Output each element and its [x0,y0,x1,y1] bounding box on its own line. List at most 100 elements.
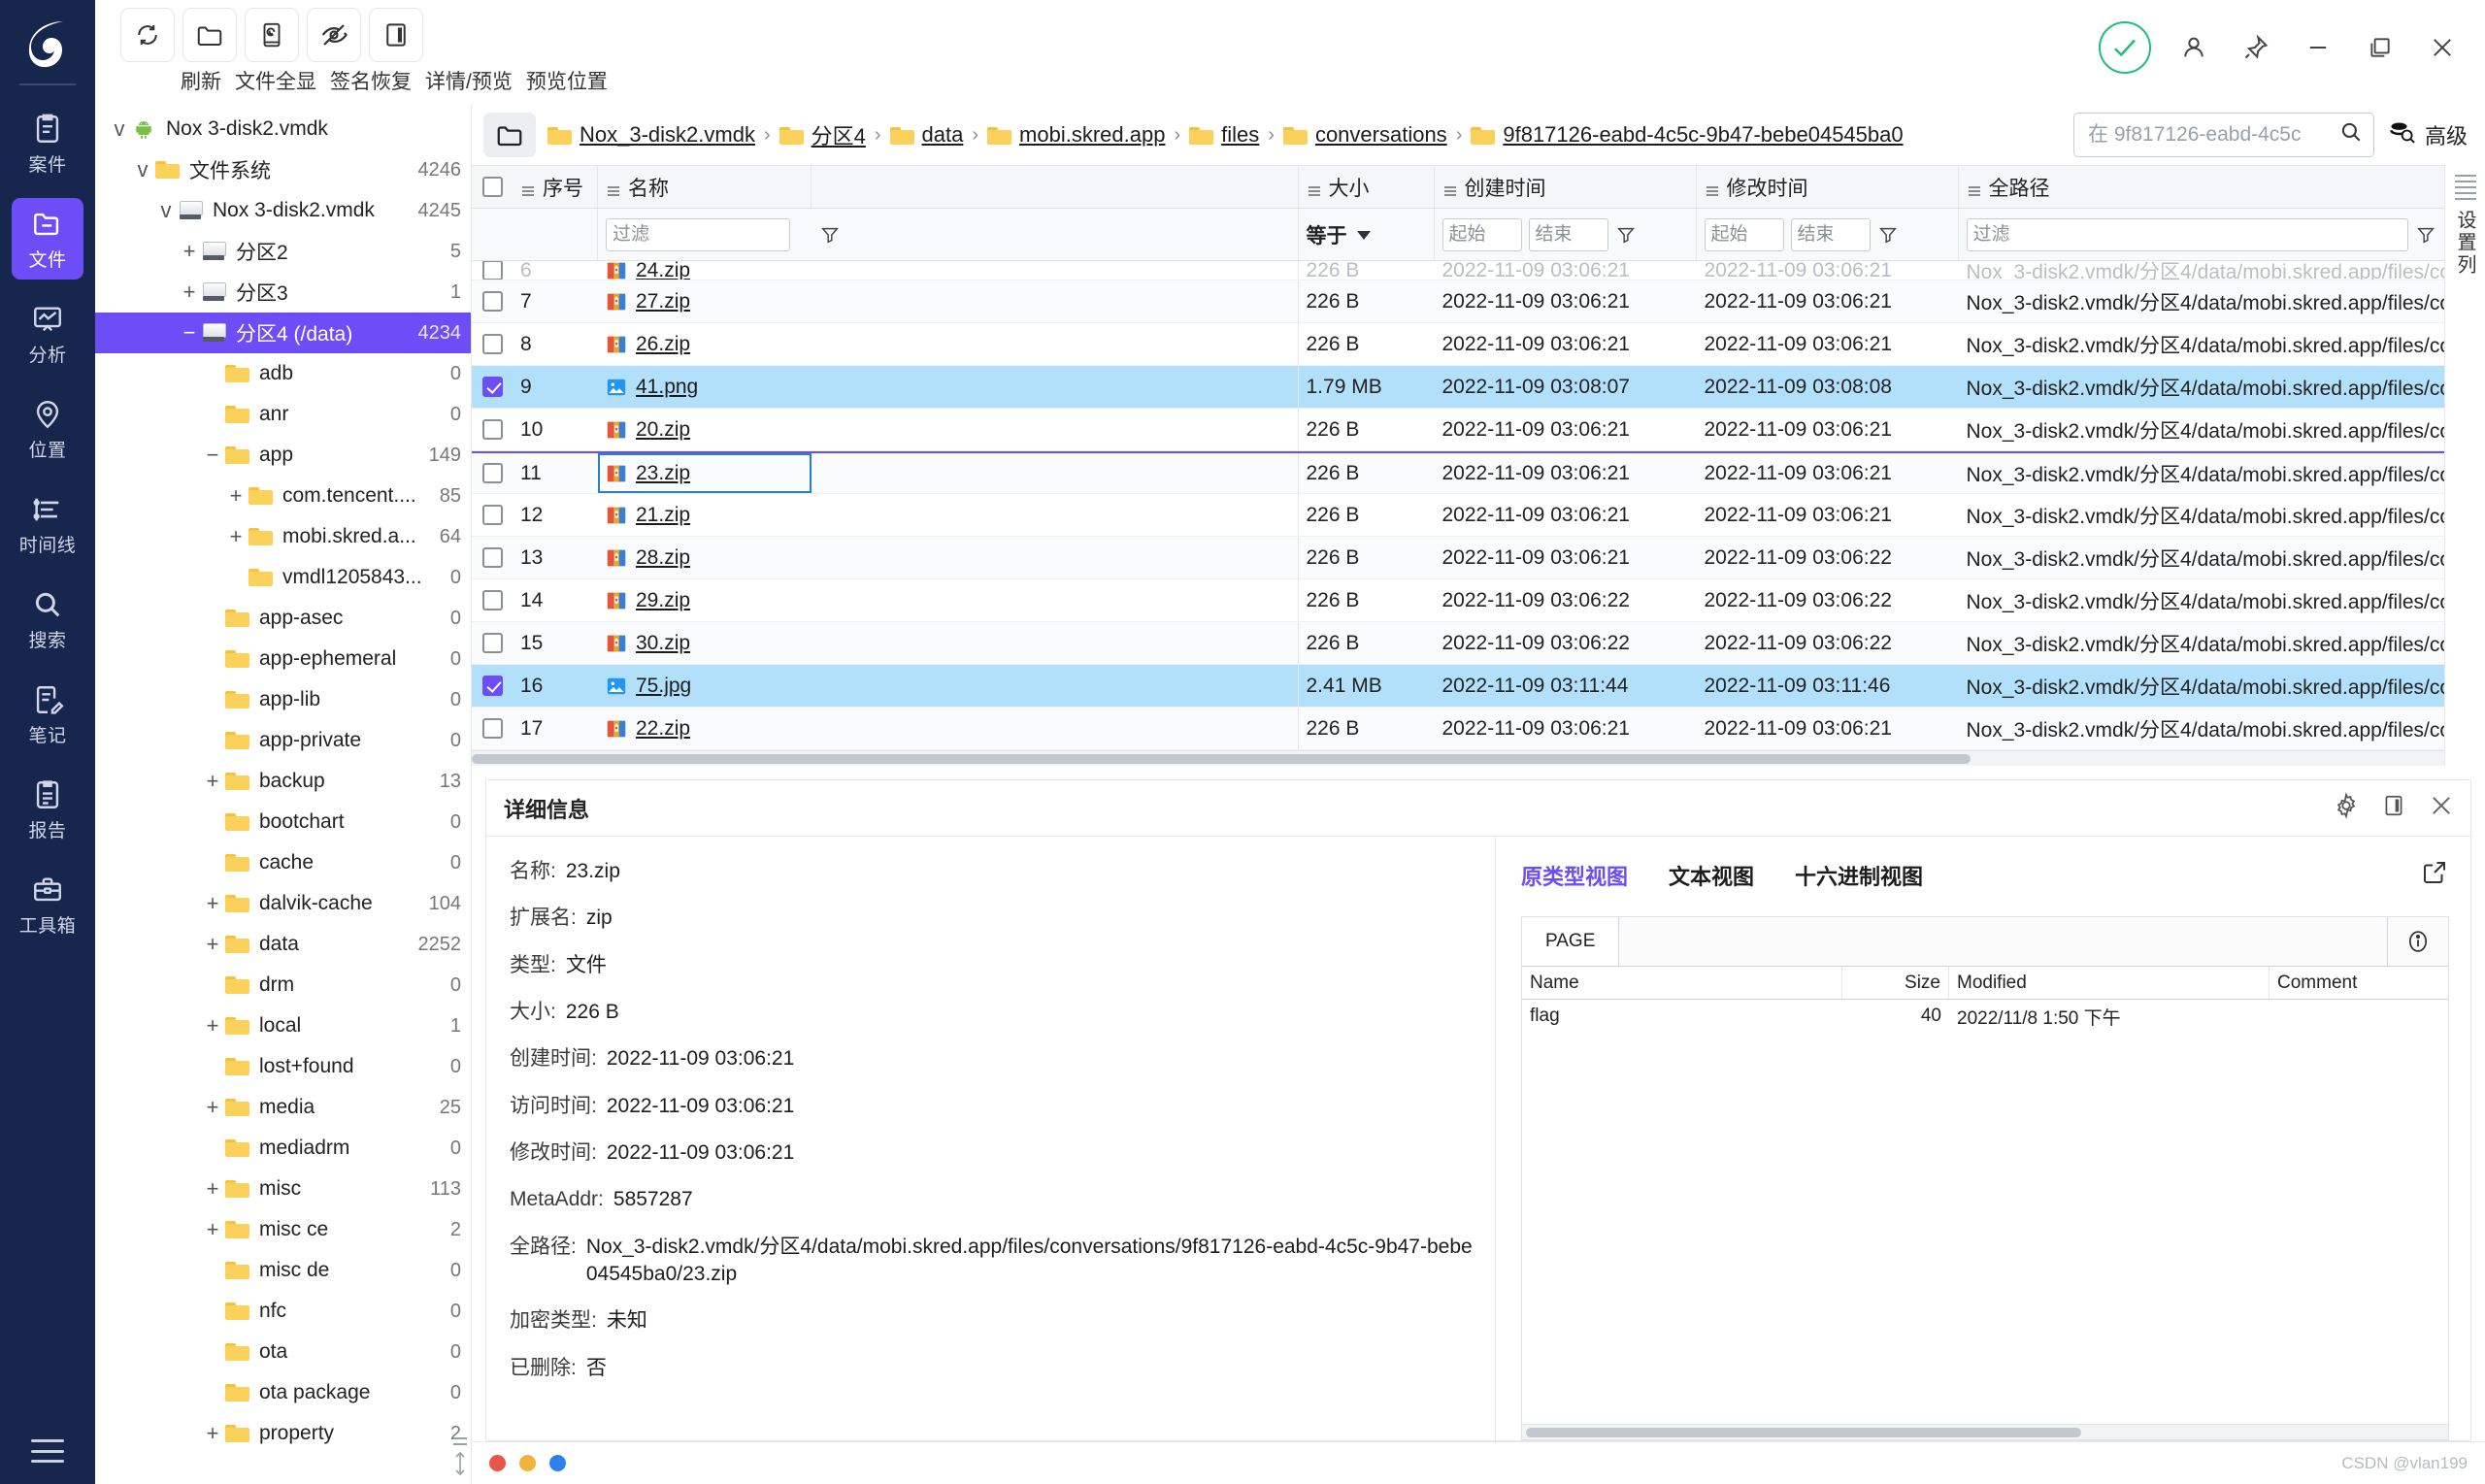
column-header-name[interactable]: 名称 [598,166,812,208]
filter-created-end[interactable] [1528,217,1608,251]
viewer-tab-page[interactable]: PAGE [1522,917,1620,966]
tree-node-32[interactable]: + property 2 [95,1413,471,1454]
breadcrumb-item-0[interactable]: Nox_3-disk2.vmdk [547,122,755,148]
tree-toggle-icon[interactable]: + [200,891,225,916]
status-dot-red[interactable] [489,1455,506,1471]
tree-node-7[interactable]: anr 0 [95,394,471,435]
tree-toggle-icon[interactable]: + [177,280,202,305]
tree-node-5[interactable]: − 分区4 (/data) 4234 [95,313,471,353]
filter-modified-start[interactable] [1704,217,1784,251]
close-button[interactable] [2423,28,2462,67]
hamburger-icon[interactable] [31,1439,64,1463]
select-all-checkbox[interactable] [472,166,513,208]
table-row[interactable]: 9 41.png 1.79 MB 2022-11-09 03:08:07 202… [472,366,2444,409]
tree-node-1[interactable]: v 文件系统 4246 [95,149,471,190]
preview-position-button[interactable] [365,8,427,62]
info-icon[interactable] [2388,917,2448,966]
tree-node-29[interactable]: nfc 0 [95,1291,471,1332]
row-checkbox[interactable] [472,665,513,707]
tree-node-6[interactable]: adb 0 [95,353,471,394]
tree-node-27[interactable]: + misc ce 2 [95,1209,471,1250]
tree-node-31[interactable]: ota package 0 [95,1372,471,1413]
sidebar-item-location[interactable]: 位置 [12,388,83,470]
sidebar-item-case[interactable]: 案件 [12,103,83,184]
minimize-button[interactable] [2299,28,2337,67]
filter-funnel-icon[interactable] [1877,224,1899,246]
breadcrumb-item-1[interactable]: 分区4 [779,119,866,150]
show-all-files-button[interactable] [179,8,241,62]
row-name-cell[interactable]: 29.zip [598,579,812,621]
tree-node-26[interactable]: + misc 113 [95,1169,471,1209]
table-horizontal-scrollbar[interactable] [472,750,2444,766]
tree-node-17[interactable]: bootchart 0 [95,802,471,842]
row-name-link[interactable]: 29.zip [636,589,690,612]
row-name-link[interactable]: 24.zip [636,261,690,280]
tree-toggle-icon[interactable]: + [200,769,225,794]
row-checkbox[interactable] [472,494,513,536]
table-row[interactable]: 12 21.zip 226 B 2022-11-09 03:06:21 2022… [472,494,2444,537]
breadcrumb-item-4[interactable]: files [1189,122,1259,148]
tree-node-18[interactable]: cache 0 [95,842,471,883]
table-row[interactable]: 7 27.zip 226 B 2022-11-09 03:06:21 2022-… [472,280,2444,323]
tree-node-12[interactable]: app-asec 0 [95,598,471,639]
status-dot-yellow[interactable] [519,1455,536,1471]
filter-name-input[interactable] [606,217,790,251]
tree-node-15[interactable]: app-private 0 [95,720,471,761]
row-name-link[interactable]: 27.zip [636,290,690,313]
row-name-link[interactable]: 75.jpg [636,675,691,698]
sidebar-item-analysis[interactable]: 分析 [12,293,83,375]
tree-node-9[interactable]: + com.tencent.... 85 [95,476,471,516]
signature-restore-button[interactable] [241,8,303,62]
row-name-link[interactable]: 26.zip [636,333,690,356]
tree-node-4[interactable]: + 分区3 1 [95,272,471,313]
row-name-link[interactable]: 30.zip [636,632,690,655]
archive-table-row[interactable]: flag 40 2022/11/8 1:50 下午 [1522,1000,2448,1033]
row-name-link[interactable]: 28.zip [636,546,690,570]
row-name-link[interactable]: 41.png [636,376,698,399]
row-checkbox[interactable] [472,708,513,749]
tree-node-10[interactable]: + mobi.skred.a... 64 [95,516,471,557]
breadcrumb-item-5[interactable]: conversations [1282,122,1447,148]
panel-toggle-icon[interactable] [2381,793,2406,824]
tree-toggle-icon[interactable]: v [107,116,132,142]
column-header-created[interactable]: 创建时间 [1435,166,1697,208]
breadcrumb-item-2[interactable]: data [889,122,963,148]
tree-toggle-icon[interactable]: + [200,1013,225,1039]
tree-toggle-icon[interactable]: + [200,1217,225,1242]
status-dot-blue[interactable] [549,1455,566,1471]
row-name-cell[interactable]: 75.jpg [598,665,812,707]
sidebar-item-timeline[interactable]: 时间线 [12,483,83,565]
filter-funnel-icon[interactable] [2415,224,2436,246]
popout-icon[interactable] [2420,858,2449,893]
column-header-size[interactable]: 大小 [1299,166,1435,208]
filter-funnel-icon[interactable] [819,224,841,246]
tree-node-30[interactable]: ota 0 [95,1332,471,1372]
search-box[interactable] [2072,113,2374,157]
row-name-cell[interactable]: 22.zip [598,708,812,749]
row-name-link[interactable]: 21.zip [636,504,690,527]
tree-toggle-icon[interactable]: + [200,1095,225,1120]
table-row[interactable]: 6 24.zip 226 B 2022-11-09 03:06:21 2022-… [472,261,2444,280]
row-checkbox[interactable] [472,409,513,450]
tree-node-28[interactable]: misc de 0 [95,1250,471,1291]
tree-toggle-icon[interactable]: + [223,483,248,509]
tree-node-24[interactable]: + media 25 [95,1087,471,1128]
row-name-cell[interactable]: 28.zip [598,537,812,578]
row-name-cell[interactable]: 26.zip [598,323,812,365]
refresh-button[interactable] [116,8,179,62]
tab-hex-view[interactable]: 十六进制视图 [1795,860,1923,891]
filter-created-start[interactable] [1441,217,1522,251]
search-icon[interactable] [2338,119,2364,150]
status-ok-icon[interactable] [2099,21,2151,74]
tree-node-25[interactable]: mediadrm 0 [95,1128,471,1169]
tree-toggle-icon[interactable]: v [130,157,155,182]
tree-toggle-icon[interactable]: + [177,239,202,264]
row-name-cell[interactable]: 27.zip [598,280,812,322]
tree-scroll-indicator[interactable] [451,1437,469,1478]
tree-node-23[interactable]: lost+found 0 [95,1046,471,1087]
table-row[interactable]: 11 23.zip 226 B 2022-11-09 03:06:21 2022… [472,451,2444,494]
row-name-cell[interactable]: 20.zip [598,409,812,450]
row-name-link[interactable]: 23.zip [636,462,690,485]
sidebar-item-files[interactable]: 文件 [12,198,83,280]
table-row[interactable]: 17 22.zip 226 B 2022-11-09 03:06:21 2022… [472,708,2444,750]
